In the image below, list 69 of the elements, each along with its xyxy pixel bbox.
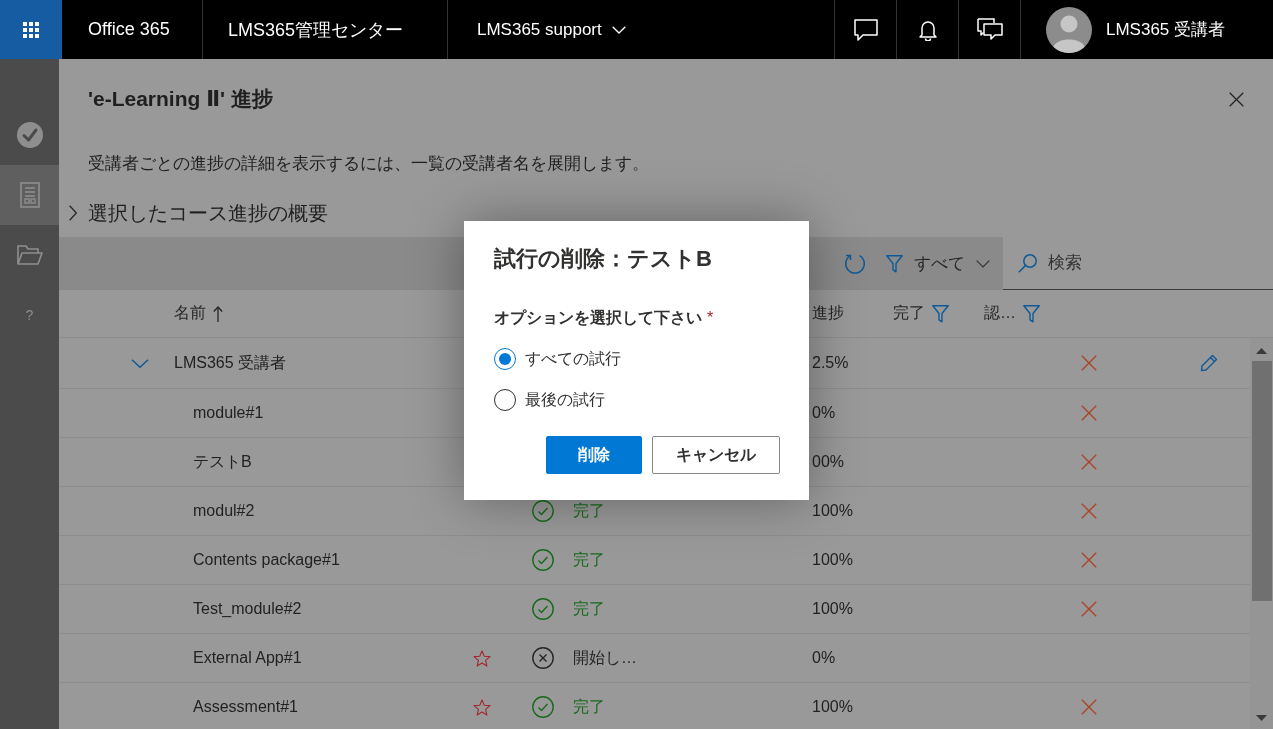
check-circle-icon <box>16 122 43 148</box>
check-circle-icon <box>532 598 554 620</box>
check-circle-icon <box>532 549 554 571</box>
scroll-up-icon <box>1256 348 1267 354</box>
chat-bubbles-icon <box>976 17 1003 42</box>
scrollbar[interactable] <box>1250 338 1273 729</box>
scrollbar-thumb[interactable] <box>1251 361 1272 601</box>
learner-name: LMS365 受講者 <box>174 352 287 373</box>
progress-text: 0% <box>812 404 836 422</box>
radio-button[interactable] <box>494 389 516 411</box>
module-name: Test_module#2 <box>193 600 302 618</box>
filter-icon <box>886 254 903 273</box>
chevron-right-icon[interactable] <box>69 205 77 221</box>
module-name: Assessment#1 <box>193 698 298 716</box>
module-name: Contents package#1 <box>193 551 340 569</box>
progress-text: 100% <box>812 551 853 569</box>
summary-expander[interactable]: 選択したコース進捗の概要 <box>69 199 328 227</box>
description-text: 受講者ごとの進捗の詳細を表示するには、一覧の受講者名を展開します。 <box>88 153 649 174</box>
status-text: 完了 <box>573 549 605 570</box>
status-text: 完了 <box>573 696 605 717</box>
module-name: テストB <box>193 451 252 472</box>
edit-button[interactable] <box>1200 354 1218 372</box>
document-icon <box>19 182 40 208</box>
progress-text: 00% <box>812 453 845 471</box>
module-name: External App#1 <box>193 649 302 667</box>
progress-text: 2.5% <box>812 354 849 372</box>
x-circle-icon <box>532 647 554 669</box>
speech-bubble-icon <box>853 18 878 41</box>
progress-text: 100% <box>812 502 853 520</box>
close-button[interactable] <box>1229 91 1244 107</box>
refresh-icon <box>844 252 866 275</box>
site-dropdown[interactable]: LMS365 support <box>448 0 626 59</box>
search-field[interactable]: 検索 <box>1048 237 1273 289</box>
field-label: オプションを選択して下さい <box>494 308 702 328</box>
radio-button[interactable] <box>494 348 516 370</box>
column-header[interactable]: 完了 <box>893 303 949 324</box>
column-header[interactable]: 名前 <box>174 303 223 324</box>
bell-icon <box>918 18 937 41</box>
check-circle-icon <box>532 500 554 522</box>
column-header[interactable]: 認… <box>984 303 1040 324</box>
progress-text: 100% <box>812 698 853 716</box>
status-text: 開始し… <box>573 647 637 668</box>
delete-button[interactable]: 削除 <box>546 436 642 474</box>
status-text: 完了 <box>573 598 605 619</box>
option-label: すべての試行 <box>525 348 621 369</box>
close-icon <box>1229 91 1244 107</box>
progress-text: 0% <box>812 649 836 667</box>
chevron-down-icon <box>976 259 990 268</box>
folder-icon <box>16 245 43 265</box>
column-header[interactable]: 進捗 <box>812 303 844 324</box>
filter-dropdown[interactable]: すべて <box>886 252 990 275</box>
check-circle-icon <box>532 696 554 718</box>
avatar-icon <box>1046 6 1092 53</box>
panel-title: 'e-Learning Ⅱ' 進捗 <box>88 86 273 112</box>
app-launcher-button[interactable] <box>0 0 62 59</box>
module-name: modul#2 <box>193 502 255 520</box>
pencil-icon <box>1200 354 1218 372</box>
chevron-down-icon <box>611 25 626 34</box>
status-text: 完了 <box>573 500 605 521</box>
chevron-down-icon[interactable] <box>131 358 149 368</box>
cancel-button[interactable]: キャンセル <box>652 436 780 474</box>
dialog-title: 試行の削除：テストB <box>494 245 713 273</box>
required-mark: * <box>707 308 714 328</box>
module-name: module#1 <box>193 404 264 422</box>
search-icon <box>1018 253 1037 273</box>
scroll-down-icon <box>1256 715 1267 721</box>
app-launcher-icon <box>23 21 39 38</box>
option-label: 最後の試行 <box>525 389 605 410</box>
progress-text: 100% <box>812 600 853 618</box>
